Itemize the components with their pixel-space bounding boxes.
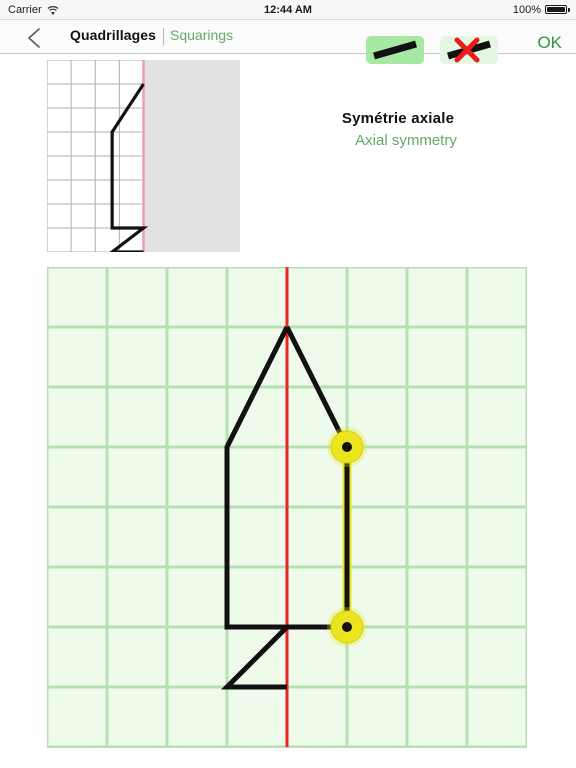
reference-figure-thumbnail[interactable] — [46, 59, 240, 254]
status-bar-right: 100% — [513, 4, 570, 16]
status-bar-clock: 12:44 AM — [264, 3, 312, 16]
segment-handle-top-center-dot[interactable] — [342, 442, 352, 452]
back-button[interactable] — [22, 26, 48, 50]
thumbnail-masked-region — [143, 60, 240, 252]
canvas-svg[interactable] — [45, 265, 529, 749]
chevron-left-icon — [28, 28, 40, 48]
battery-percent-label: 100% — [512, 3, 541, 16]
page-title: Quadrillages — [70, 27, 157, 43]
lesson-heading: Symétrie axiale Axial symmetry — [268, 110, 528, 149]
ok-button[interactable]: OK — [537, 33, 562, 53]
thumbnail-svg — [46, 59, 240, 254]
heading-french: Symétrie axiale — [341, 110, 455, 127]
heading-english: Axial symmetry — [355, 132, 457, 149]
navigation-bar: Quadrillages Squarings OK — [0, 20, 576, 64]
line-segment-icon — [373, 40, 417, 60]
title-divider — [163, 28, 164, 46]
battery-full-icon — [545, 5, 570, 14]
erase-tool-button[interactable] — [440, 36, 498, 64]
line-with-red-cross-icon — [447, 37, 491, 63]
status-bar: Carrier 12:44 AM 100% — [0, 0, 576, 20]
segment-handle-bottom-center-dot[interactable] — [342, 622, 352, 632]
page-subtitle: Squarings — [170, 27, 234, 43]
draw-line-tool-button[interactable] — [366, 36, 424, 64]
drawing-canvas[interactable] — [45, 265, 529, 749]
